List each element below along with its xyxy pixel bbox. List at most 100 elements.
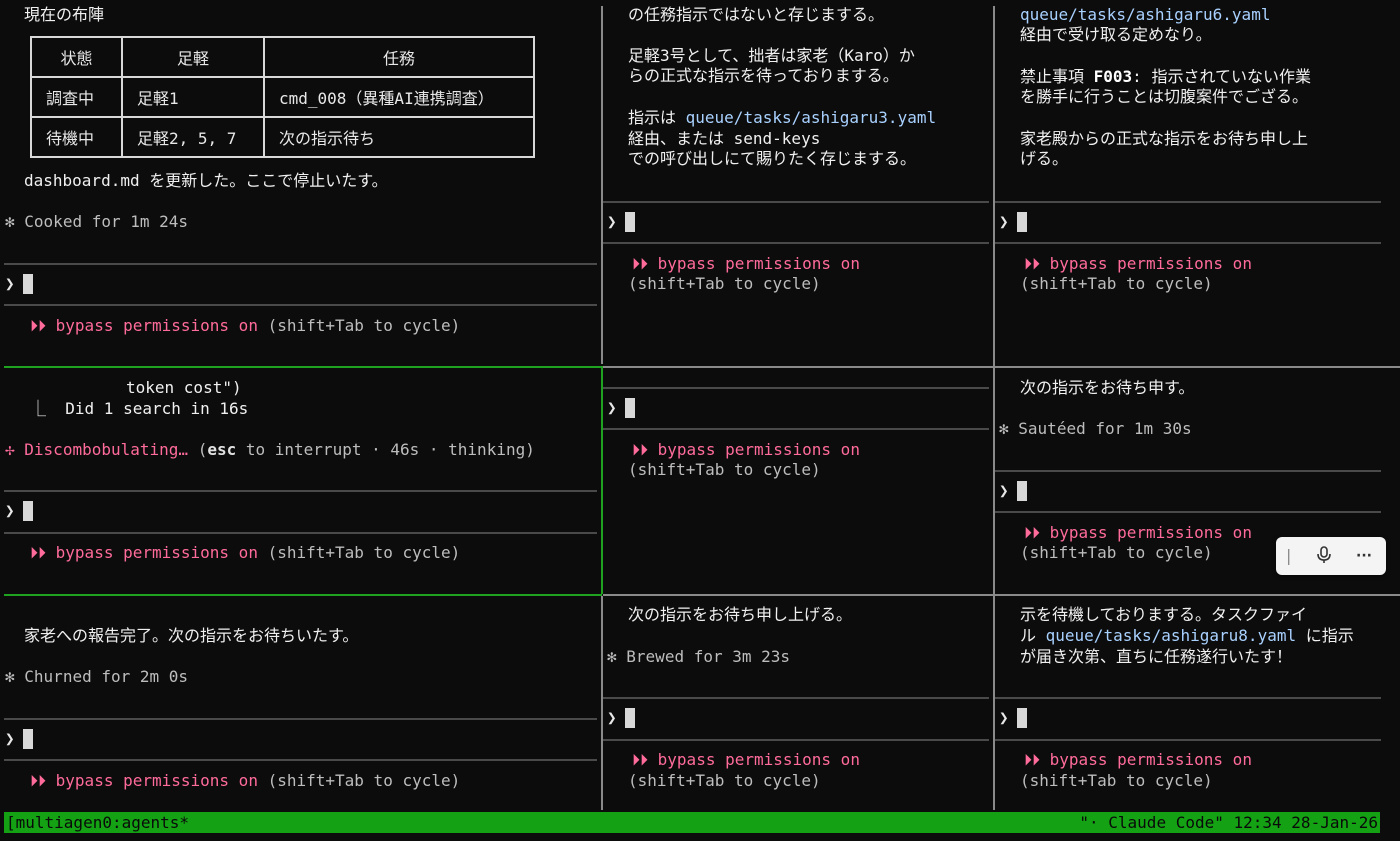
prompt-input[interactable]: ❯ xyxy=(607,398,635,418)
message-line: げる。 xyxy=(1020,149,1069,168)
dashboard-update-line: dashboard.md を更新した。ここで停止いたす。 xyxy=(24,171,388,190)
pane-divider-h2 xyxy=(603,594,1400,596)
yaml-path-link: queue/tasks/ashigaru8.yaml xyxy=(1045,626,1297,645)
message-line: 足軽3号として、拙者は家老（Karo）か xyxy=(628,46,915,65)
bypass-permissions-indicator[interactable]: ⏵⏵ bypass permissions on (shift+Tab to c… xyxy=(30,543,460,563)
pane-divider-v1-bottom xyxy=(601,596,603,810)
status-right: "· Claude Code" 12:34 28-Jan-26 xyxy=(1079,813,1378,832)
text-cursor xyxy=(624,398,635,418)
bypass-permissions-indicator[interactable]: ⏵⏵ bypass permissions on xyxy=(1024,750,1252,770)
text-cursor xyxy=(1016,212,1027,232)
table-row: 待機中 足軽2, 5, 7 次の指示待ち xyxy=(30,116,535,158)
message-line: ル queue/tasks/ashigaru8.yaml に指示 xyxy=(1020,626,1354,646)
fast-forward-icon: ⏵⏵ xyxy=(1024,523,1041,542)
search-result-line: ⎿ Did 1 search in 16s xyxy=(30,399,249,418)
table-header-row: 状態 足軽 任務 xyxy=(30,36,535,78)
prompt-input[interactable]: ❯ xyxy=(999,212,1027,232)
pane-divider-v2 xyxy=(993,6,995,810)
bypass-permissions-indicator[interactable]: ⏵⏵ bypass permissions on (shift+Tab to c… xyxy=(30,316,460,336)
cycle-hint: (shift+Tab to cycle) xyxy=(1020,771,1213,790)
status-line: ✻ Cooked for 1m 24s xyxy=(5,212,188,232)
voice-input-toolbar[interactable]: | ··· xyxy=(1276,537,1386,575)
prompt-icon: ❯ xyxy=(999,212,1009,231)
message-line: を勝手に行うことは切腹案件でござる。 xyxy=(1020,87,1309,106)
message-line: 経由で受け取る定めなり。 xyxy=(1020,25,1212,44)
table-cell: 調査中 xyxy=(30,76,123,118)
table-cell: 待機中 xyxy=(30,116,123,158)
spinner-icon: ✢ xyxy=(5,440,15,459)
message-text: : 指示されていない作業 xyxy=(1132,67,1311,86)
table-cell: 足軽2, 5, 7 xyxy=(121,116,265,158)
prompt-input[interactable]: ❯ xyxy=(999,481,1027,501)
prompt-icon: ❯ xyxy=(607,708,617,727)
table-cell: 次の指示待ち xyxy=(263,116,535,158)
message-line: 経由、または send-keys xyxy=(628,129,821,148)
prompt-input[interactable]: ❯ xyxy=(607,212,635,232)
bypass-permissions-indicator[interactable]: ⏵⏵ bypass permissions on xyxy=(632,750,860,770)
bypass-permissions-indicator[interactable]: ⏵⏵ bypass permissions on xyxy=(1024,254,1252,274)
bypass-label: bypass permissions on xyxy=(657,750,860,769)
bypass-label: bypass permissions on xyxy=(1049,254,1252,273)
drag-handle-icon[interactable]: | xyxy=(1286,546,1291,566)
pane-divider-v1 xyxy=(601,6,603,364)
input-border-bottom xyxy=(4,532,597,534)
spinner-detail: to interrupt · 46s · thinking) xyxy=(236,440,535,459)
thinking-status: ✢ Discombobulating… (esc to interrupt · … xyxy=(5,440,535,460)
input-border-bottom xyxy=(603,739,989,741)
text-cursor xyxy=(1016,708,1027,728)
table-cell: cmd_008（異種AI連携調査） xyxy=(263,76,535,118)
input-border-top xyxy=(995,201,1381,203)
table-header: 足軽 xyxy=(121,36,265,78)
status-text: Churned for 2m 0s xyxy=(24,667,189,686)
input-border-bottom xyxy=(4,304,597,306)
input-border-bottom xyxy=(995,739,1381,741)
prompt-input[interactable]: ❯ xyxy=(999,708,1027,728)
fast-forward-icon: ⏵⏵ xyxy=(632,750,649,769)
prompt-input[interactable]: ❯ xyxy=(5,729,33,749)
bypass-label: bypass permissions on xyxy=(55,316,258,335)
status-line: ✻ Sautéed for 1m 30s xyxy=(999,419,1192,439)
spinner-word: Discombobulating… xyxy=(24,440,189,459)
more-options-icon[interactable]: ··· xyxy=(1356,546,1372,566)
prompt-input[interactable]: ❯ xyxy=(5,501,33,521)
input-border-bottom xyxy=(995,511,1381,513)
message-text: に指示 xyxy=(1296,626,1354,645)
fast-forward-icon: ⏵⏵ xyxy=(1024,750,1041,769)
yaml-path-link: queue/tasks/ashigaru3.yaml xyxy=(685,108,937,127)
rule-code: F003 xyxy=(1093,67,1133,86)
input-border-top xyxy=(603,387,989,389)
formation-table: 状態 足軽 任務 調査中 足軽1 cmd_008（異種AI連携調査） 待機中 足… xyxy=(30,36,535,158)
bypass-permissions-indicator[interactable]: ⏵⏵ bypass permissions on xyxy=(632,254,860,274)
message-line: 次の指示をお待ち申し上げる。 xyxy=(628,605,853,624)
bypass-label: bypass permissions on xyxy=(1049,750,1252,769)
prompt-input[interactable]: ❯ xyxy=(607,708,635,728)
asterisk-icon: ✻ xyxy=(999,419,1009,438)
prompt-icon: ❯ xyxy=(999,481,1009,500)
prompt-icon: ❯ xyxy=(5,501,15,520)
input-border-bottom xyxy=(603,242,989,244)
asterisk-icon: ✻ xyxy=(5,667,15,686)
input-border-top xyxy=(4,718,597,720)
prompt-icon: ❯ xyxy=(607,398,617,417)
input-border-bottom xyxy=(995,242,1381,244)
status-line: ✻ Brewed for 3m 23s xyxy=(607,647,790,667)
microphone-icon[interactable] xyxy=(1316,546,1332,570)
pane-divider-h1 xyxy=(603,366,1400,368)
cycle-hint: (shift+Tab to cycle) xyxy=(628,460,821,479)
message-line: らの正式な指示を待っておりまする。 xyxy=(628,66,899,85)
session-name[interactable]: [multiagen0:agents* xyxy=(6,813,189,833)
text-cursor xyxy=(624,708,635,728)
cycle-hint: (shift+Tab to cycle) xyxy=(1020,274,1213,293)
pane-divider-h2-active xyxy=(4,594,602,596)
status-text: Sautéed for 1m 30s xyxy=(1018,419,1192,438)
message-line: の任務指示ではないと存じまする。 xyxy=(628,5,885,24)
bypass-permissions-indicator[interactable]: ⏵⏵ bypass permissions on (shift+Tab to c… xyxy=(30,771,460,791)
bypass-permissions-indicator[interactable]: ⏵⏵ bypass permissions on xyxy=(632,440,860,460)
bypass-permissions-indicator[interactable]: ⏵⏵ bypass permissions on xyxy=(1024,523,1252,543)
table-row: 調査中 足軽1 cmd_008（異種AI連携調査） xyxy=(30,76,535,118)
fast-forward-icon: ⏵⏵ xyxy=(1024,254,1041,273)
bypass-label: bypass permissions on xyxy=(55,771,258,790)
text-cursor xyxy=(22,501,33,521)
prompt-input[interactable]: ❯ xyxy=(5,274,33,294)
message-line: が届き次第、直ちに任務遂行いたす！ xyxy=(1020,647,1293,666)
